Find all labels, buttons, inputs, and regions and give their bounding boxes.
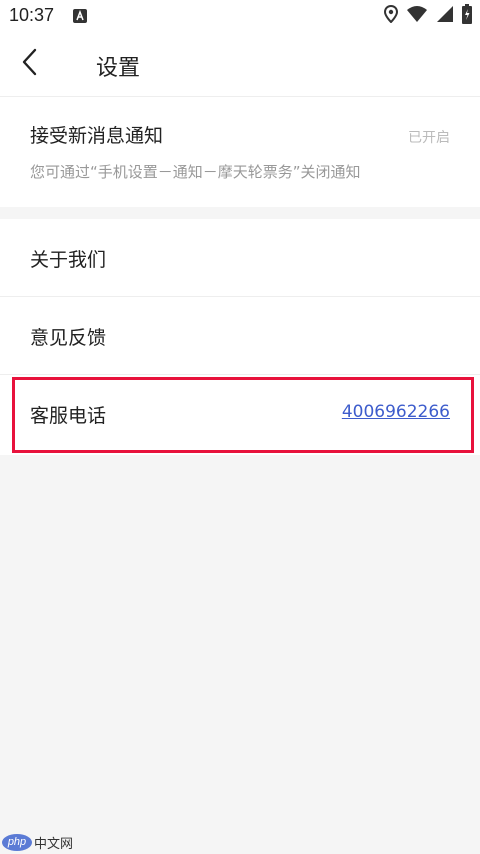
watermark-text: 中文网	[34, 835, 74, 851]
chevron-left-icon	[20, 48, 40, 80]
notification-hint: 您可通过“手机设置－通知－摩天轮票务”关闭通知	[30, 163, 361, 181]
watermark-logo: php 中文网	[2, 832, 73, 852]
customer-service-row: 客服电话 4006962266	[0, 375, 480, 452]
watermark-badge: php	[2, 833, 32, 851]
settings-list: 关于我们 意见反馈 客服电话 4006962266	[0, 219, 480, 455]
nav-bar: 设置	[0, 32, 480, 97]
notification-setting[interactable]: 接受新消息通知 已开启 您可通过“手机设置－通知－摩天轮票务”关闭通知	[0, 97, 480, 207]
back-button[interactable]	[12, 46, 48, 82]
feedback-row[interactable]: 意见反馈	[0, 297, 480, 374]
about-us-label: 关于我们	[30, 249, 107, 271]
feedback-label: 意见反馈	[30, 327, 107, 349]
customer-service-label: 客服电话	[30, 405, 107, 427]
about-us-row[interactable]: 关于我们	[0, 219, 480, 296]
signal-icon	[436, 5, 454, 27]
wifi-icon	[406, 5, 428, 27]
location-icon	[383, 4, 399, 27]
status-bar: 10:37	[0, 0, 480, 32]
notification-status: 已开启	[408, 130, 450, 146]
page-title: 设置	[96, 56, 141, 81]
customer-service-phone-link[interactable]: 4006962266	[342, 402, 450, 422]
status-icons	[383, 4, 472, 28]
notification-title: 接受新消息通知	[30, 125, 164, 147]
status-time: 10:37	[9, 5, 55, 25]
a-notification-icon	[73, 8, 87, 23]
battery-charging-icon	[462, 4, 472, 28]
